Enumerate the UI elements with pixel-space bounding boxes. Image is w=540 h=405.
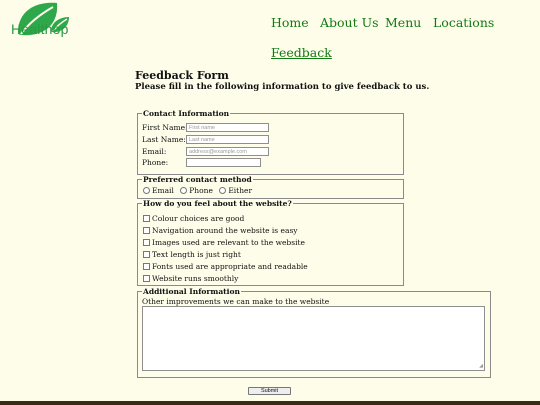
opinion-option-navigation[interactable]: Navigation around the website is easy <box>143 226 298 235</box>
contact-method-legend: Preferred contact method <box>143 175 252 184</box>
resize-handle-icon[interactable]: ◢ <box>479 364 483 369</box>
last-name-label: Last Name: <box>142 135 186 144</box>
contact-method-email[interactable]: Email <box>143 186 174 195</box>
logo-text: Healthop <box>11 21 69 37</box>
improvements-textarea[interactable]: ◢ <box>142 306 485 371</box>
email-label: Email: <box>142 147 167 156</box>
page-title: Feedback Form <box>135 69 229 82</box>
nav-link-about-us[interactable]: About Us <box>320 15 379 30</box>
submit-button[interactable]: Submit <box>248 387 291 395</box>
checkbox[interactable] <box>143 274 150 282</box>
radio-either[interactable] <box>219 186 227 194</box>
first-name-input[interactable]: First name <box>186 123 269 132</box>
nav-link-home[interactable]: Home <box>271 15 309 30</box>
last-name-input[interactable]: Last name <box>186 135 269 144</box>
first-name-label: First Name: <box>142 123 188 132</box>
radio-phone[interactable] <box>180 186 188 194</box>
phone-label: Phone: <box>142 158 169 167</box>
nav-link-locations[interactable]: Locations <box>433 15 494 30</box>
opinion-option-fonts[interactable]: Fonts used are appropriate and readable <box>143 262 308 271</box>
opinion-option-images[interactable]: Images used are relevant to the website <box>143 238 305 247</box>
email-input[interactable]: address@example.com <box>186 147 269 156</box>
contact-method-options: Email Phone Either <box>143 186 256 195</box>
nav-link-feedback[interactable]: Feedback <box>271 45 332 60</box>
opinion-option-smooth[interactable]: Website runs smoothly <box>143 274 238 283</box>
radio-email[interactable] <box>143 186 150 194</box>
checkbox[interactable] <box>143 238 150 246</box>
contact-method-phone[interactable]: Phone <box>180 186 213 195</box>
additional-information-legend: Additional Information <box>143 287 240 296</box>
website-opinion-legend: How do you feel about the website? <box>143 199 292 208</box>
contact-information-legend: Contact Information <box>143 109 230 118</box>
opinion-option-text-length[interactable]: Text length is just right <box>143 250 241 259</box>
contact-method-either[interactable]: Either <box>219 186 252 195</box>
checkbox[interactable] <box>143 226 150 234</box>
footer-bar <box>0 401 540 405</box>
improvements-label: Other improvements we can make to the we… <box>142 297 330 306</box>
opinion-option-colour[interactable]: Colour choices are good <box>143 214 244 223</box>
phone-input[interactable] <box>186 158 261 167</box>
checkbox[interactable] <box>143 250 150 258</box>
checkbox[interactable] <box>143 262 150 270</box>
nav-link-menu[interactable]: Menu <box>385 15 421 30</box>
checkbox[interactable] <box>143 214 150 222</box>
page-subtitle: Please fill in the following information… <box>135 82 430 92</box>
